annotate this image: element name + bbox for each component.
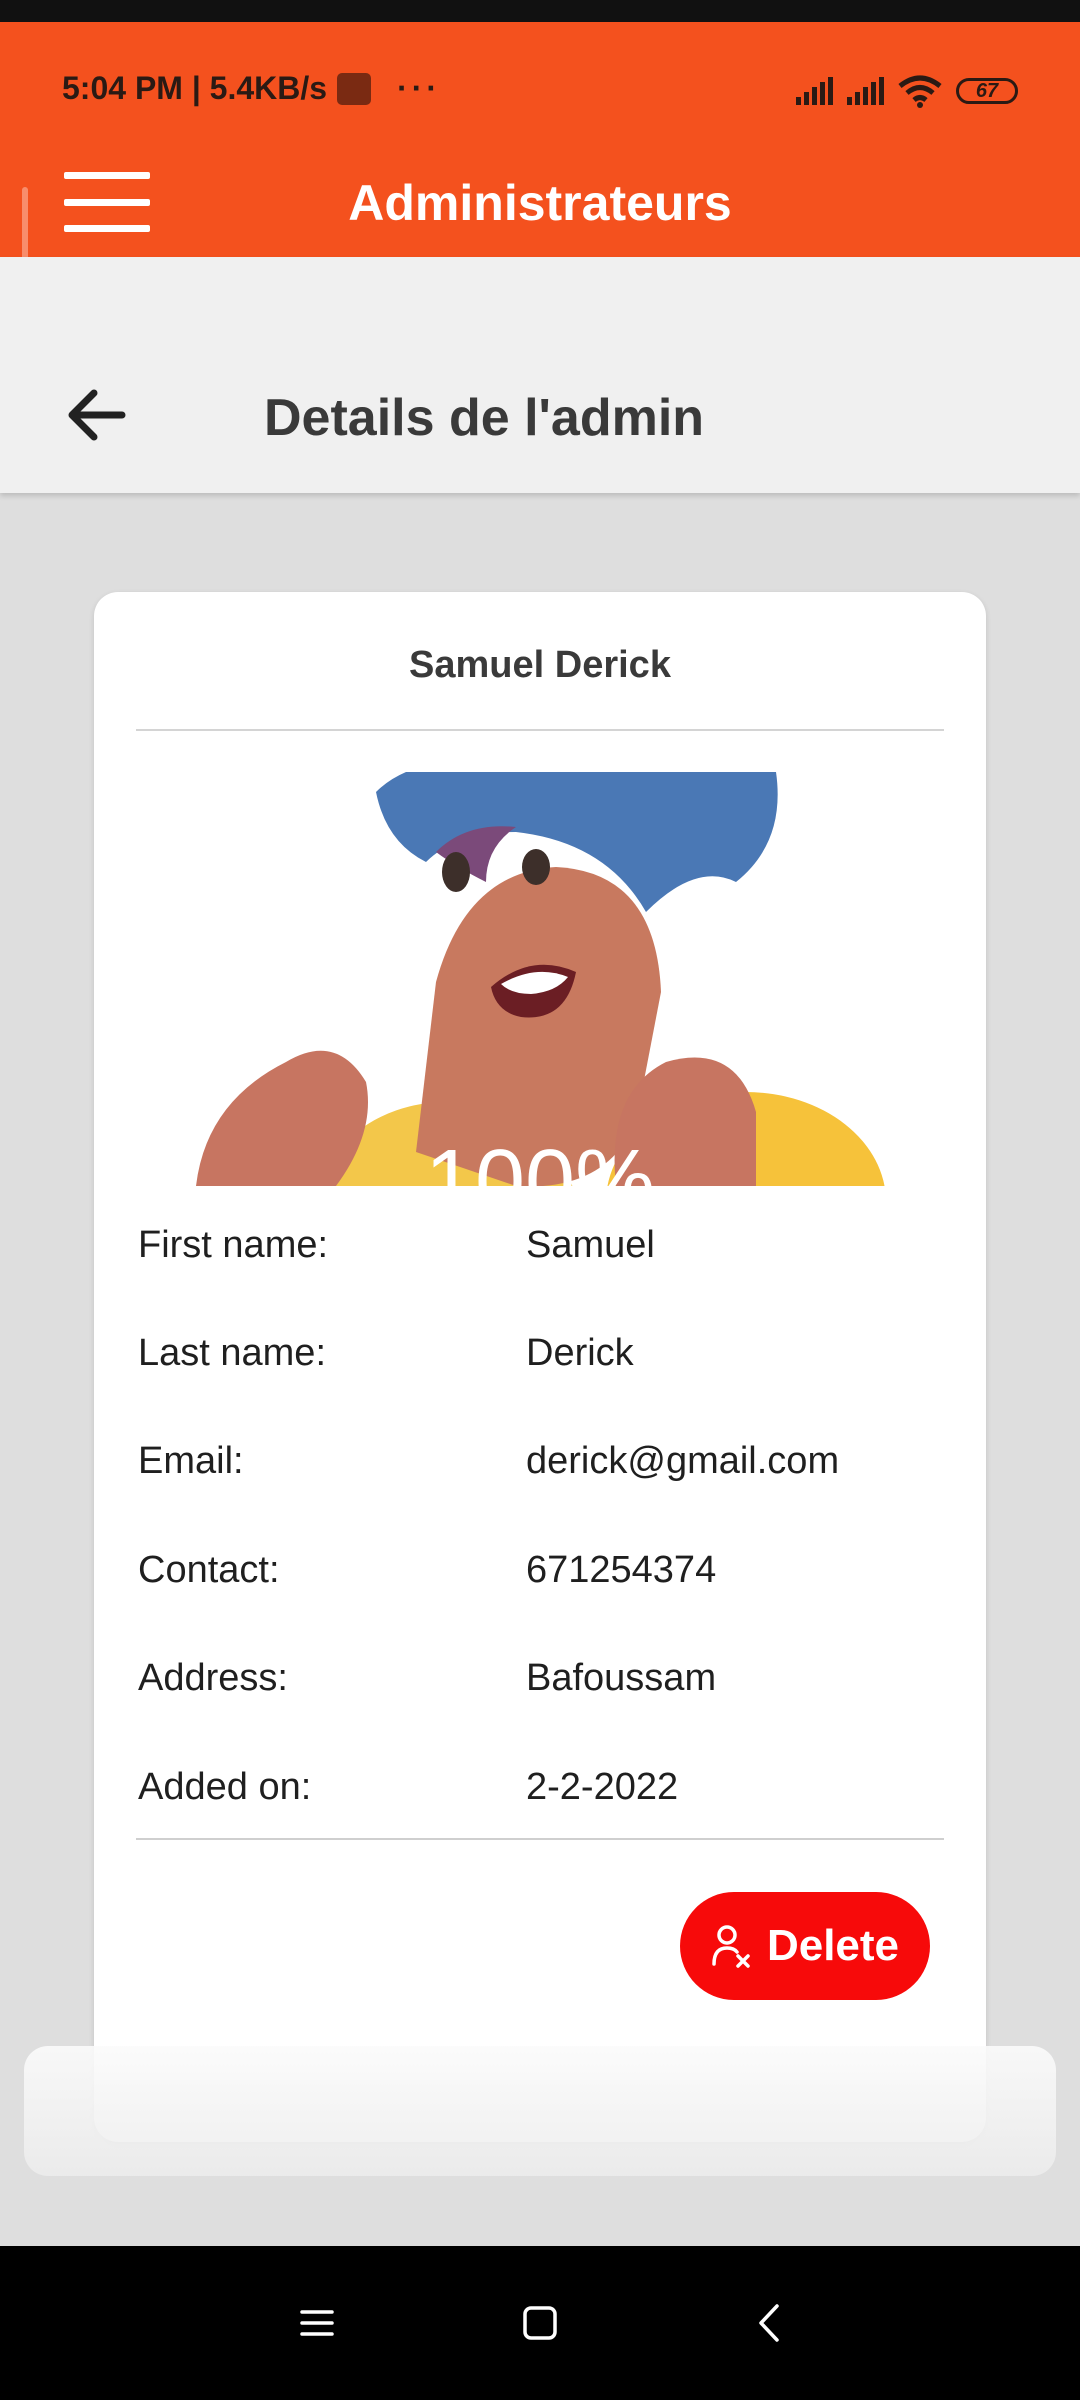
field-label: Contact: — [138, 1549, 280, 1591]
field-email: Email: derick@gmail.com — [138, 1440, 946, 1483]
field-label: Email: — [138, 1440, 244, 1482]
divider — [136, 729, 944, 731]
recent-apps-icon[interactable] — [292, 2298, 342, 2348]
field-address: Address: Bafoussam — [138, 1657, 946, 1700]
bottom-sheet-fade — [24, 2046, 1056, 2176]
page-title: Details de l'admin — [264, 389, 705, 447]
field-label: First name: — [138, 1224, 329, 1266]
status-icons: 67 — [796, 74, 1018, 108]
divider — [136, 1838, 944, 1840]
field-value: Samuel — [526, 1224, 655, 1266]
field-first-name: First name: Samuel — [138, 1224, 946, 1267]
wifi-icon — [898, 75, 942, 108]
signal-icon-2 — [847, 77, 884, 105]
admin-name: Samuel Derick — [409, 644, 671, 686]
field-value: derick@gmail.com — [526, 1440, 840, 1482]
notification-icon — [337, 72, 372, 105]
avatar-image: 100% — [196, 772, 885, 1186]
arrow-left-icon[interactable] — [62, 385, 132, 445]
status-strip — [0, 0, 1080, 22]
delete-label: Delete — [766, 1921, 900, 1970]
remove-user-icon — [712, 1925, 750, 1968]
system-nav-bar — [0, 2246, 1080, 2400]
field-contact: Contact: 671254374 — [138, 1549, 946, 1592]
battery-level: 67 — [975, 79, 999, 102]
avatar-overlay-text: 100% — [425, 1132, 655, 1186]
field-added-on: Added on: 2-2-2022 — [138, 1766, 946, 1809]
field-label: Last name: — [138, 1332, 326, 1374]
field-value: Derick — [526, 1332, 634, 1374]
delete-button[interactable]: Delete — [680, 1892, 930, 2000]
signal-icon — [796, 77, 833, 105]
page-header — [0, 257, 1080, 493]
field-last-name: Last name: Derick — [138, 1332, 946, 1375]
field-label: Added on: — [138, 1766, 312, 1808]
avatar: 100% — [136, 772, 944, 1186]
field-value: 671254374 — [526, 1549, 717, 1591]
battery-icon: 67 — [956, 78, 1018, 104]
status-time: 5:04 PM | 5.4KB/s ··· — [62, 70, 441, 107]
field-value: 2-2-2022 — [526, 1766, 679, 1808]
field-label: Address: — [138, 1657, 288, 1699]
back-nav-icon[interactable] — [745, 2298, 795, 2348]
app-bar: 5:04 PM | 5.4KB/s ··· 67 Administrateurs — [0, 22, 1080, 307]
more-notifications-icon: ··· — [397, 70, 442, 106]
app-title: Administrateurs — [348, 175, 732, 231]
status-time-text: 5:04 PM | 5.4KB/s — [62, 70, 328, 106]
home-icon[interactable] — [515, 2298, 565, 2348]
admin-details-card: Samuel Derick 100% First name: Samuel La… — [94, 592, 986, 2142]
field-value: Bafoussam — [526, 1657, 717, 1699]
